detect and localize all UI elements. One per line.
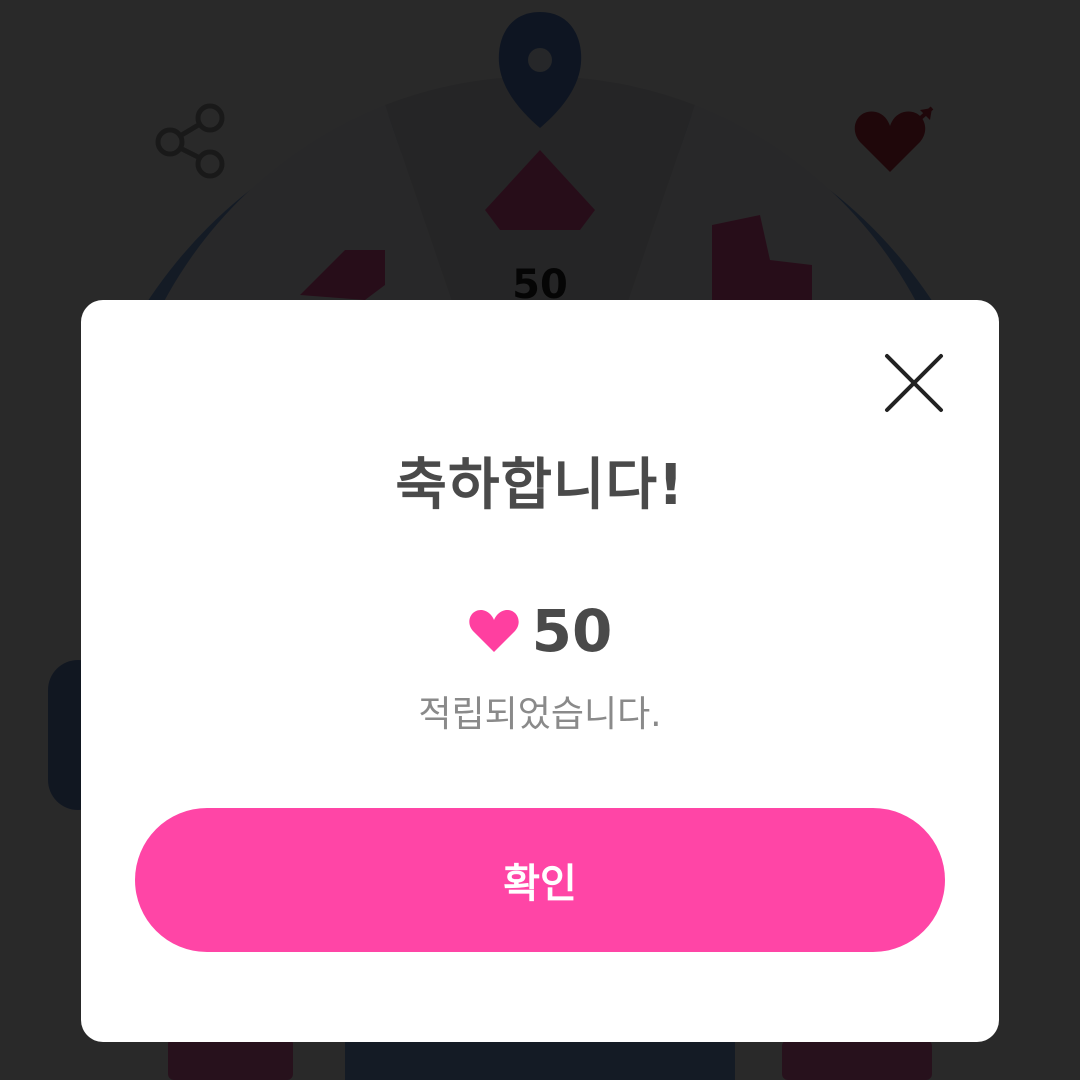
close-icon <box>885 354 943 412</box>
reward-row: 50 <box>81 596 999 666</box>
dialog-title: 축하합니다! <box>395 453 685 518</box>
reward-dialog: 축하합니다! 50 적립되었습니다. 확인 <box>81 300 999 1042</box>
heart-icon <box>468 609 519 652</box>
reward-amount: 50 <box>531 597 613 665</box>
confirm-button[interactable]: 확인 <box>135 808 945 952</box>
close-button[interactable] <box>881 350 947 416</box>
reward-message: 적립되었습니다. <box>418 694 662 735</box>
